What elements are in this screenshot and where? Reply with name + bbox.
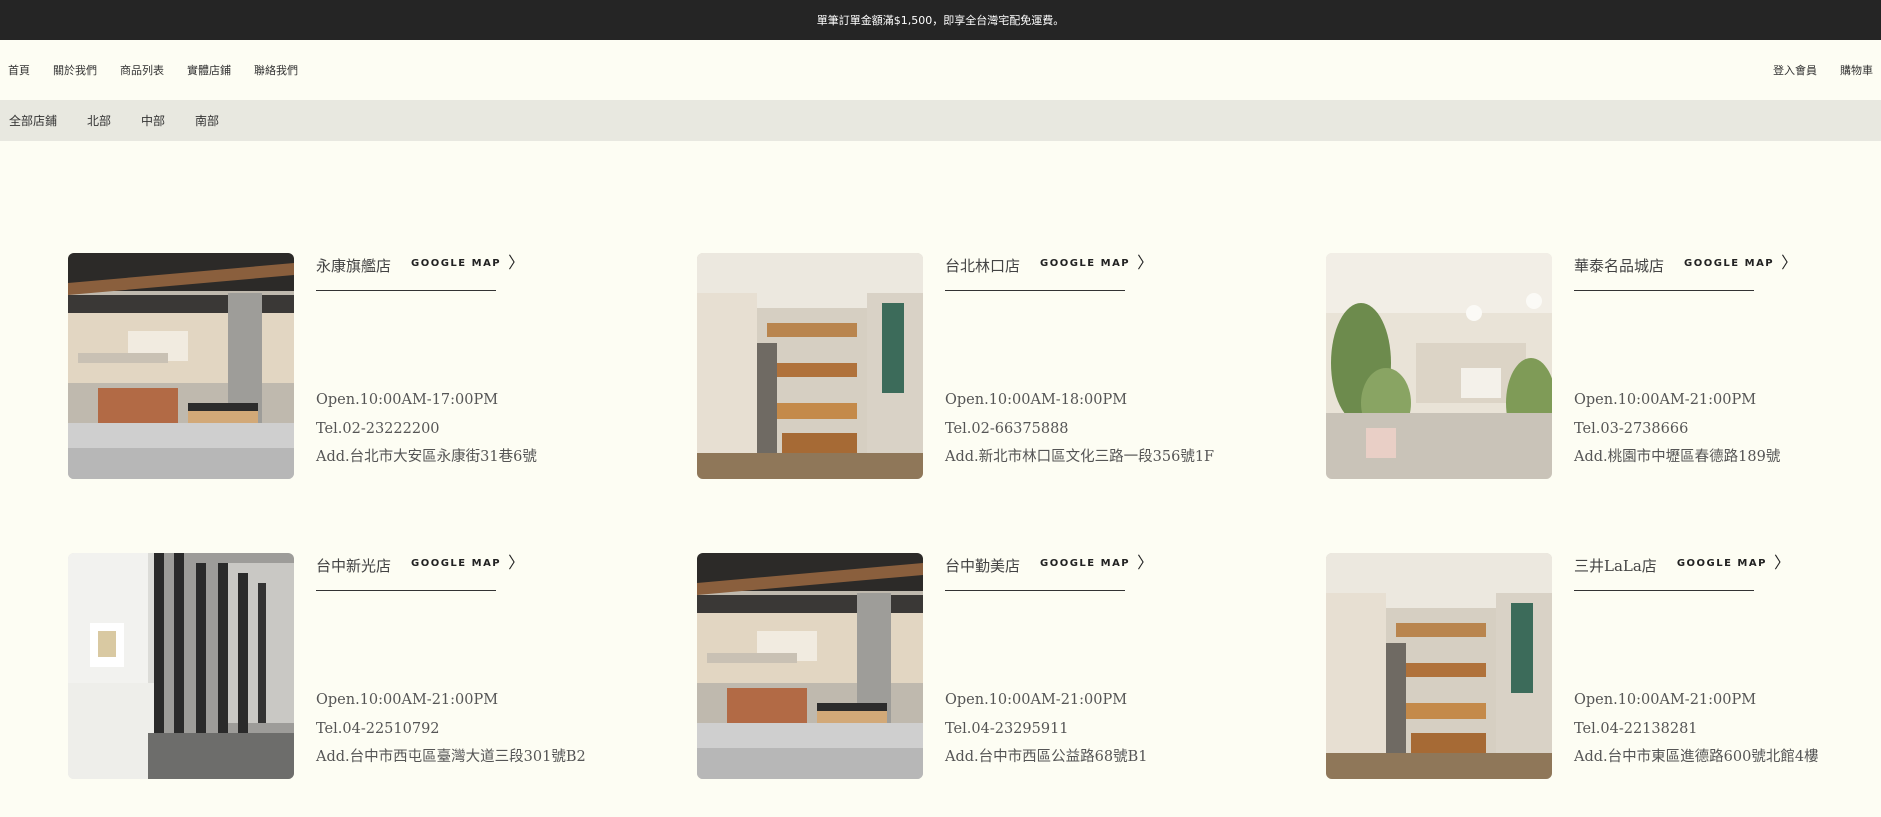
- store-address: Add.台中市西區公益路68號B1: [945, 749, 1148, 765]
- store-card: 華泰名品城店 GOOGLE MAP 〉 Open.10:00AM-21:00PM…: [1326, 253, 1881, 479]
- region-central[interactable]: 中部: [141, 112, 165, 129]
- store-phone: Tel.02-66375888: [945, 420, 1069, 437]
- region-south[interactable]: 南部: [195, 112, 219, 129]
- google-map-label: GOOGLE MAP: [1040, 258, 1131, 269]
- store-photo: [697, 553, 923, 779]
- store-hours: Open.10:00AM-17:00PM: [316, 392, 499, 408]
- chevron-right-icon: 〉: [508, 252, 526, 272]
- store-address: Add.新北市林口區文化三路一段356號1F: [945, 449, 1215, 465]
- store-card: 永康旗艦店 GOOGLE MAP 〉 Open.10:00AM-17:00PM …: [68, 253, 688, 479]
- store-phone: Tel.04-23295911: [945, 720, 1069, 737]
- store-header: 華泰名品城店 GOOGLE MAP 〉: [1574, 253, 1797, 291]
- store-photo: [1326, 253, 1552, 479]
- announcement-bar: 單筆訂單金額滿$1,500，即享全台灣宅配免運費。: [0, 0, 1881, 40]
- store-header: 三井LaLa店 GOOGLE MAP 〉: [1574, 553, 1790, 591]
- google-map-link[interactable]: GOOGLE MAP 〉: [1676, 552, 1792, 572]
- store-card: 台中新光店 GOOGLE MAP 〉 Open.10:00AM-21:00PM …: [68, 553, 688, 779]
- store-header: 台北林口店 GOOGLE MAP 〉: [945, 253, 1153, 291]
- store-header: 台中新光店 GOOGLE MAP 〉: [316, 553, 524, 591]
- store-details: Open.10:00AM-21:00PM Tel.04-22138281 Add…: [1574, 686, 1819, 772]
- store-photo: [697, 253, 923, 479]
- store-address: Add.台中市東區進德路600號北館4樓: [1574, 749, 1819, 765]
- google-map-link[interactable]: GOOGLE MAP 〉: [1040, 552, 1155, 572]
- chevron-right-icon: 〉: [1773, 552, 1792, 572]
- google-map-link[interactable]: GOOGLE MAP 〉: [411, 552, 526, 572]
- google-map-link[interactable]: GOOGLE MAP 〉: [1684, 252, 1799, 272]
- google-map-label: GOOGLE MAP: [1676, 558, 1767, 569]
- chevron-right-icon: 〉: [508, 552, 526, 572]
- store-photo: [1326, 553, 1552, 779]
- store-address: Add.桃園市中壢區春德路189號: [1574, 449, 1781, 465]
- google-map-label: GOOGLE MAP: [1684, 258, 1775, 269]
- chevron-right-icon: 〉: [1781, 252, 1799, 272]
- store-details: Open.10:00AM-21:00PM Tel.04-23295911 Add…: [945, 686, 1147, 772]
- store-card: 三井LaLa店 GOOGLE MAP 〉 Open.10:00AM-21:00P…: [1326, 553, 1881, 779]
- store-hours: Open.10:00AM-21:00PM: [316, 692, 499, 708]
- store-hours: Open.10:00AM-21:00PM: [1574, 692, 1757, 708]
- nav-products[interactable]: 商品列表: [120, 62, 164, 78]
- google-map-link[interactable]: GOOGLE MAP 〉: [1040, 252, 1155, 272]
- google-map-label: GOOGLE MAP: [1040, 558, 1131, 569]
- store-address: Add.台中市西屯區臺灣大道三段301號B2: [316, 749, 586, 765]
- store-name: 華泰名品城店: [1574, 257, 1665, 275]
- store-info: 台中勤美店 GOOGLE MAP 〉 Open.10:00AM-21:00PM …: [945, 553, 1315, 779]
- store-hours: Open.10:00AM-21:00PM: [1574, 392, 1757, 408]
- announcement-text: 單筆訂單金額滿$1,500，即享全台灣宅配免運費。: [816, 14, 1065, 27]
- region-filter: 全部店鋪 北部 中部 南部: [0, 100, 1881, 141]
- google-map-label: GOOGLE MAP: [411, 258, 502, 269]
- store-info: 台中新光店 GOOGLE MAP 〉 Open.10:00AM-21:00PM …: [316, 553, 686, 779]
- nav-about[interactable]: 關於我們: [53, 62, 97, 78]
- region-all[interactable]: 全部店鋪: [9, 112, 57, 129]
- main-nav-left: 首頁 關於我們 商品列表 實體店鋪 聯絡我們: [8, 62, 298, 78]
- store-phone: Tel.04-22510792: [316, 720, 440, 737]
- chevron-right-icon: 〉: [1137, 552, 1155, 572]
- nav-stores[interactable]: 實體店鋪: [187, 62, 231, 78]
- main-nav-right: 登入會員 購物車: [1773, 62, 1873, 78]
- store-hours: Open.10:00AM-18:00PM: [945, 392, 1128, 408]
- store-details: Open.10:00AM-21:00PM Tel.04-22510792 Add…: [316, 686, 586, 772]
- store-card: 台中勤美店 GOOGLE MAP 〉 Open.10:00AM-21:00PM …: [697, 553, 1317, 779]
- store-phone: Tel.02-23222200: [316, 420, 440, 437]
- store-name: 三井LaLa店: [1574, 557, 1657, 575]
- store-name: 台中新光店: [316, 557, 392, 575]
- store-info: 台北林口店 GOOGLE MAP 〉 Open.10:00AM-18:00PM …: [945, 253, 1315, 479]
- store-info: 永康旗艦店 GOOGLE MAP 〉 Open.10:00AM-17:00PM …: [316, 253, 686, 479]
- store-details: Open.10:00AM-17:00PM Tel.02-23222200 Add…: [316, 386, 537, 472]
- store-details: Open.10:00AM-18:00PM Tel.02-66375888 Add…: [945, 386, 1214, 472]
- store-phone: Tel.04-22138281: [1574, 720, 1698, 737]
- store-name: 台北林口店: [945, 257, 1021, 275]
- chevron-right-icon: 〉: [1137, 252, 1155, 272]
- store-name: 台中勤美店: [945, 557, 1021, 575]
- nav-login[interactable]: 登入會員: [1773, 62, 1817, 78]
- store-info: 華泰名品城店 GOOGLE MAP 〉 Open.10:00AM-21:00PM…: [1574, 253, 1881, 479]
- store-photo: [68, 253, 294, 479]
- region-north[interactable]: 北部: [87, 112, 111, 129]
- nav-home[interactable]: 首頁: [8, 62, 30, 78]
- store-info: 三井LaLa店 GOOGLE MAP 〉 Open.10:00AM-21:00P…: [1574, 553, 1881, 779]
- store-address: Add.台北市大安區永康街31巷6號: [316, 449, 537, 465]
- google-map-label: GOOGLE MAP: [411, 558, 502, 569]
- store-header: 永康旗艦店 GOOGLE MAP 〉: [316, 253, 524, 291]
- store-card: 台北林口店 GOOGLE MAP 〉 Open.10:00AM-18:00PM …: [697, 253, 1317, 479]
- nav-cart[interactable]: 購物車: [1840, 62, 1873, 78]
- store-details: Open.10:00AM-21:00PM Tel.03-2738666 Add.…: [1574, 386, 1780, 472]
- main-nav: 首頁 關於我們 商品列表 實體店鋪 聯絡我們 登入會員 購物車: [0, 40, 1881, 100]
- google-map-link[interactable]: GOOGLE MAP 〉: [411, 252, 526, 272]
- store-header: 台中勤美店 GOOGLE MAP 〉: [945, 553, 1153, 591]
- store-photo: [68, 553, 294, 779]
- store-name: 永康旗艦店: [316, 257, 392, 275]
- nav-contact[interactable]: 聯絡我們: [254, 62, 298, 78]
- store-phone: Tel.03-2738666: [1574, 420, 1689, 437]
- store-hours: Open.10:00AM-21:00PM: [945, 692, 1128, 708]
